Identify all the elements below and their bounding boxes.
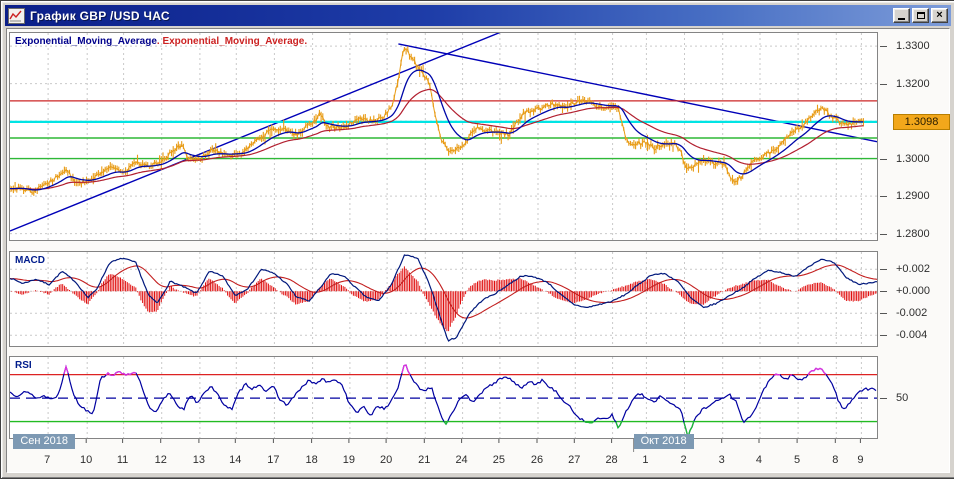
axis-tick-mark xyxy=(880,159,887,160)
time-tick-label: 7 xyxy=(44,454,50,466)
time-axis: 71011121314171819202124252627281234589Се… xyxy=(9,439,876,469)
time-tick-label: 3 xyxy=(719,454,725,466)
axis-value-label: 50 xyxy=(896,392,908,404)
axis-tick-mark xyxy=(880,234,887,235)
window-controls: × xyxy=(893,8,948,23)
indicator-legend: Exponential_Moving_Average. Exponential_… xyxy=(15,36,307,47)
time-tick-label: 12 xyxy=(155,454,167,466)
axis-value-label: 1.3300 xyxy=(896,40,930,52)
axis-value-label: -0.002 xyxy=(896,307,927,319)
time-tick-label: 28 xyxy=(605,454,617,466)
time-tick-label: 4 xyxy=(756,454,762,466)
axis-tick-mark xyxy=(880,84,887,85)
window-title: График GBP /USD ЧАС xyxy=(30,9,170,23)
app-window: График GBP /USD ЧАС × Exponential_Moving… xyxy=(0,0,954,479)
axis-value-label: +0.002 xyxy=(896,263,930,275)
axis-tick-mark xyxy=(880,313,887,314)
rsi-label: RSI xyxy=(15,360,32,371)
time-tick-label: 24 xyxy=(455,454,467,466)
time-tick-label: 26 xyxy=(531,454,543,466)
ema-slow-legend-label: Exponential_Moving_Average xyxy=(162,36,304,47)
time-tick-label: 17 xyxy=(267,454,279,466)
time-tick-label: 27 xyxy=(568,454,580,466)
rsi-panel[interactable]: RSI xyxy=(9,356,878,439)
time-tick-label: 25 xyxy=(493,454,505,466)
time-tick-label: 9 xyxy=(857,454,863,466)
price-chart-panel[interactable]: Exponential_Moving_Average. Exponential_… xyxy=(9,32,878,241)
time-tick-label: 11 xyxy=(117,454,128,466)
axis-tick-mark xyxy=(880,196,887,197)
axis-value-label: -0.004 xyxy=(896,329,927,341)
axis-tick-mark xyxy=(880,335,887,336)
axis-tick-mark xyxy=(880,398,887,399)
month-badge: Сен 2018 xyxy=(13,434,75,449)
axis-value-label: 1.3000 xyxy=(896,153,930,165)
macd-label: MACD xyxy=(15,255,45,266)
time-tick-label: 13 xyxy=(193,454,205,466)
title-bar[interactable]: График GBP /USD ЧАС × xyxy=(5,5,951,26)
legend-separator: . xyxy=(304,36,307,47)
time-tick-label: 21 xyxy=(418,454,430,466)
time-tick-label: 20 xyxy=(380,454,392,466)
minimize-button[interactable] xyxy=(893,8,910,23)
axis-tick-mark xyxy=(880,269,887,270)
close-icon: × xyxy=(936,10,942,21)
legend-separator: . xyxy=(157,36,160,47)
time-tick-label: 2 xyxy=(680,454,686,466)
time-tick-label: 1 xyxy=(642,454,648,466)
time-tick-label: 19 xyxy=(343,454,355,466)
price-axis: 1.3098 1.3300 1.3200 1.3000 1.2900 1.2800 +0.… xyxy=(879,28,953,468)
chart-window-icon xyxy=(8,8,25,24)
axis-tick-mark xyxy=(880,291,887,292)
month-badge: Окт 2018 xyxy=(634,434,694,449)
ema-fast-legend-label: Exponential_Moving_Average xyxy=(15,36,157,47)
axis-value-label: 1.2900 xyxy=(896,190,930,202)
axis-value-label: 1.3200 xyxy=(896,78,930,90)
time-tick-label: 8 xyxy=(832,454,838,466)
axis-value-label: +0.000 xyxy=(896,285,930,297)
time-tick-label: 10 xyxy=(80,454,92,466)
maximize-icon xyxy=(917,12,925,19)
minimize-icon xyxy=(898,18,905,20)
axis-tick-mark xyxy=(880,46,887,47)
time-tick-label: 5 xyxy=(794,454,800,466)
maximize-button[interactable] xyxy=(912,8,929,23)
time-tick-label: 18 xyxy=(305,454,317,466)
time-tick-label: 14 xyxy=(229,454,241,466)
close-button[interactable]: × xyxy=(931,8,948,23)
current-price-badge: 1.3098 xyxy=(893,114,950,130)
macd-panel[interactable]: MACD xyxy=(9,251,878,347)
axis-value-label: 1.2800 xyxy=(896,228,930,240)
